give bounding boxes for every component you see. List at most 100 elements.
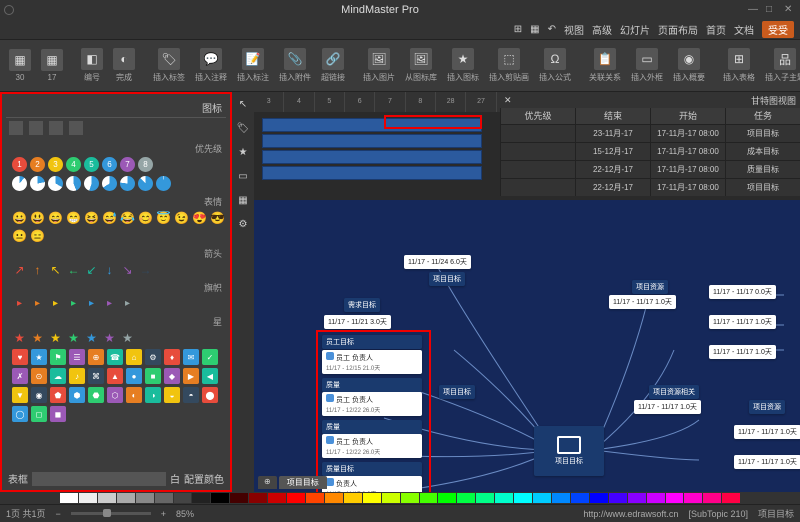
misc-icon[interactable]: ⬣ <box>88 387 104 403</box>
misc-icon[interactable]: ♪ <box>69 368 85 384</box>
misc-icon[interactable]: ✗ <box>12 368 28 384</box>
canvas-tab-active[interactable]: 项目目标 <box>279 476 327 489</box>
misc-icon[interactable]: ◉ <box>31 387 47 403</box>
ribbon-button[interactable]: 🏷插入标签 <box>150 42 188 90</box>
color-swatch[interactable] <box>495 493 513 503</box>
ribbon-button[interactable]: ▦17 <box>38 42 66 90</box>
star-icon[interactable]: ★ <box>84 330 99 345</box>
priority-icon[interactable]: 4 <box>66 157 81 172</box>
tab-icon[interactable] <box>9 121 23 135</box>
color-swatch[interactable] <box>666 493 684 503</box>
ribbon-button[interactable]: ◧编号 <box>78 42 106 90</box>
ribbon-button[interactable]: ▭插入外框 <box>628 42 666 90</box>
ribbon-button[interactable]: 品插入子主题 <box>762 42 800 90</box>
maximize-icon[interactable]: □ <box>766 4 778 16</box>
emoji-icon[interactable]: 😇 <box>156 210 171 225</box>
misc-icon[interactable]: ⬟ <box>50 387 66 403</box>
gantt-close-icon[interactable]: ✕ <box>504 95 512 106</box>
misc-icon[interactable]: ▶ <box>183 368 199 384</box>
color-swatch[interactable] <box>514 493 532 503</box>
color-swatch[interactable] <box>647 493 665 503</box>
misc-icon[interactable]: ◼ <box>50 406 66 422</box>
tab-icon[interactable] <box>69 121 83 135</box>
misc-icon[interactable]: ■ <box>145 368 161 384</box>
ribbon-button[interactable]: ★插入图标 <box>444 42 482 90</box>
misc-icon[interactable]: ♦ <box>164 349 180 365</box>
mindmap-canvas[interactable]: 项目目标 项目目标 11/17 - 11/24 6.0天 需求目标 11/17 … <box>254 200 800 492</box>
priority-icon[interactable]: 1 <box>12 157 27 172</box>
flag-icon[interactable]: ▸ <box>102 296 117 311</box>
color-swatch[interactable] <box>571 493 589 503</box>
emoji-icon[interactable]: 😑 <box>30 228 45 243</box>
star-icon[interactable]: ★ <box>120 330 135 345</box>
color-swatch[interactable] <box>174 493 192 503</box>
zoom-slider[interactable] <box>71 512 151 515</box>
arrow-icon[interactable]: → <box>138 262 153 277</box>
menu-file[interactable]: 文档 <box>734 22 754 37</box>
emoji-icon[interactable]: 😀 <box>12 210 27 225</box>
priority-icon[interactable]: 2 <box>30 157 45 172</box>
misc-icon[interactable]: ● <box>126 368 142 384</box>
emoji-icon[interactable]: 😐 <box>12 228 27 243</box>
menu-icon[interactable]: ▦ <box>530 24 539 35</box>
priority-icon[interactable]: 7 <box>120 157 135 172</box>
node-rbot2[interactable]: 11/17 - 11/17 1.0天 <box>734 425 800 439</box>
misc-icon[interactable]: ▼ <box>12 387 28 403</box>
star-icon[interactable]: ★ <box>102 330 117 345</box>
color-swatch[interactable] <box>628 493 646 503</box>
node-top-date[interactable]: 11/17 - 11/24 6.0天 <box>404 255 471 269</box>
emoji-icon[interactable]: 😃 <box>30 210 45 225</box>
box-icon[interactable]: ▭ <box>235 168 251 184</box>
color-swatch[interactable] <box>230 493 248 503</box>
misc-icon[interactable]: ⬡ <box>107 387 123 403</box>
misc-icon[interactable]: ◀ <box>202 368 218 384</box>
misc-icon[interactable]: ⚙ <box>145 349 161 365</box>
arrow-icon[interactable]: ↙ <box>84 262 99 277</box>
color-swatch[interactable] <box>401 493 419 503</box>
ribbon-button[interactable]: ⬚插入剪贴画 <box>486 42 532 90</box>
node-l2[interactable]: 员工 负责人 11/17 - 12/15 21.0天 <box>322 350 422 374</box>
misc-icon[interactable]: ⬤ <box>202 387 218 403</box>
menu-home[interactable]: 首页 <box>706 22 726 37</box>
node-l1-date[interactable]: 11/17 - 11/21 3.0天 <box>324 315 391 329</box>
priority-icon[interactable]: 3 <box>48 157 63 172</box>
color-swatch[interactable] <box>363 493 381 503</box>
color-swatch[interactable] <box>552 493 570 503</box>
misc-icon[interactable]: ✓ <box>202 349 218 365</box>
misc-icon[interactable]: ◆ <box>164 368 180 384</box>
misc-icon[interactable]: ⬢ <box>69 387 85 403</box>
minimize-icon[interactable]: — <box>748 4 760 16</box>
misc-icon[interactable]: ◒ <box>164 387 180 403</box>
color-swatch[interactable] <box>609 493 627 503</box>
progress-icon[interactable] <box>12 176 27 191</box>
misc-icon[interactable]: ☎ <box>107 349 123 365</box>
priority-icon[interactable]: 8 <box>138 157 153 172</box>
color-swatch[interactable] <box>268 493 286 503</box>
color-swatch[interactable] <box>155 493 173 503</box>
emoji-icon[interactable]: 😂 <box>120 210 135 225</box>
gantt-bar[interactable] <box>262 134 482 148</box>
star-icon[interactable]: ★ <box>235 144 251 160</box>
color-swatch[interactable] <box>98 493 116 503</box>
flag-icon[interactable]: ▸ <box>30 296 45 311</box>
priority-icon[interactable]: 6 <box>102 157 117 172</box>
table-row[interactable]: 15-12月-1717-11月-17 08:00成本目标 <box>500 142 800 160</box>
progress-icon[interactable] <box>156 176 171 191</box>
node-l5-title[interactable]: 质量目标 <box>322 462 422 476</box>
arrow-icon[interactable]: ← <box>66 262 81 277</box>
node-r3[interactable]: 11/17 - 11/17 1.0天 <box>709 315 776 329</box>
ribbon-button[interactable]: ◉插入概要 <box>670 42 708 90</box>
emoji-icon[interactable]: 😎 <box>210 210 225 225</box>
node-mid[interactable]: 项目目标 <box>439 385 475 399</box>
gear-icon[interactable]: ⚙ <box>235 216 251 232</box>
node-l4[interactable]: 员工 负责人 11/17 - 12/22 26.0天 <box>322 434 422 458</box>
ribbon-button[interactable]: 💬插入注释 <box>192 42 230 90</box>
star-icon[interactable]: ★ <box>30 330 45 345</box>
node-l2-title[interactable]: 员工目标 <box>322 335 422 349</box>
misc-icon[interactable]: ✉ <box>183 349 199 365</box>
color-swatch[interactable] <box>79 493 97 503</box>
ribbon-button[interactable]: 📋关联关系 <box>586 42 624 90</box>
misc-icon[interactable]: ◻ <box>31 406 47 422</box>
star-icon[interactable]: ★ <box>12 330 27 345</box>
misc-icon[interactable]: ◯ <box>12 406 28 422</box>
